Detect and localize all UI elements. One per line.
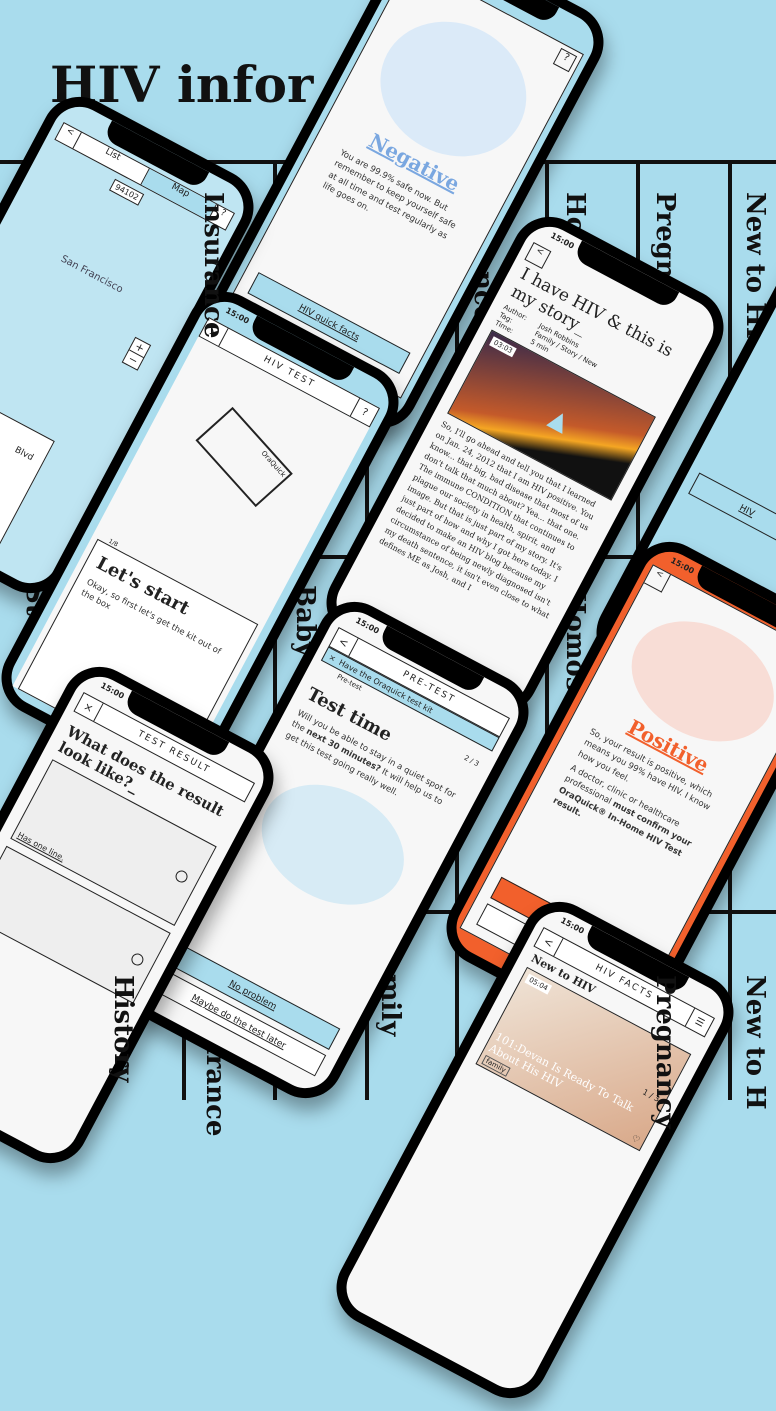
- hiv-button[interactable]: HIV: [688, 472, 776, 551]
- article-title[interactable]: 101:Devan Is Ready To Talk About His HIV: [487, 1030, 640, 1128]
- category-new-to-hiv-2[interactable]: New to H: [740, 975, 770, 1110]
- status-time: 15:00: [669, 555, 696, 576]
- radio-button[interactable]: [129, 951, 146, 968]
- video-duration: 05:04: [524, 973, 553, 995]
- category-pregnancy-2[interactable]: Pregnancy: [650, 975, 680, 1129]
- help-icon[interactable]: ?: [552, 47, 578, 73]
- city-label: San Francisco: [58, 253, 125, 296]
- heart-icon[interactable]: ♡: [630, 1134, 642, 1147]
- category-history[interactable]: History: [108, 975, 138, 1082]
- status-time: 15:00: [224, 305, 251, 326]
- status-time: 15:00: [354, 615, 381, 636]
- video-duration: 03:03: [489, 336, 517, 358]
- status-time: 15:00: [99, 680, 126, 701]
- test-box-icon: OraQuick: [195, 406, 293, 508]
- status-time: 15:00: [549, 230, 576, 251]
- back-button[interactable]: <: [643, 565, 671, 593]
- status-time: 15:00: [559, 915, 586, 936]
- category-insurance[interactable]: Insurance: [198, 192, 228, 338]
- location-card[interactable]: PC Blvd 2: [0, 374, 55, 548]
- play-icon[interactable]: ▲: [545, 403, 574, 436]
- radio-button[interactable]: [173, 868, 190, 885]
